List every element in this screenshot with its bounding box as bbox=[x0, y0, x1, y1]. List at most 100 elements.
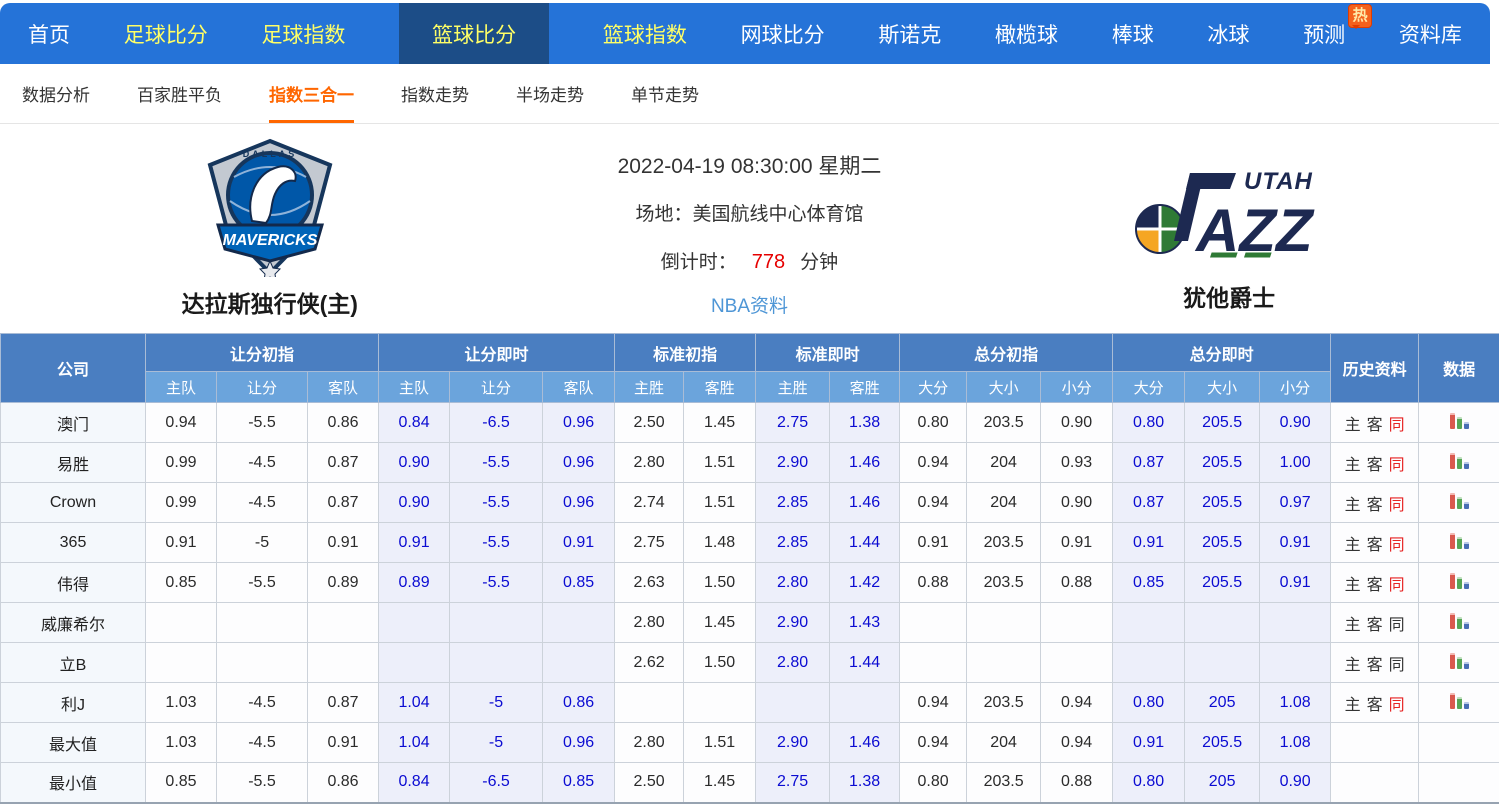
countdown-unit: 分钟 bbox=[800, 252, 838, 273]
history-link-主[interactable]: 主 bbox=[1345, 577, 1361, 594]
history-link-客[interactable]: 客 bbox=[1367, 497, 1383, 514]
nav-item-4[interactable]: 篮球比分 bbox=[399, 3, 549, 64]
odds-cell: 1.38 bbox=[830, 403, 900, 443]
odds-cell bbox=[967, 643, 1041, 683]
history-link-客[interactable]: 客 bbox=[1367, 577, 1383, 594]
subnav-item-label: 指数三合一 bbox=[269, 81, 354, 106]
history-cell bbox=[1331, 763, 1419, 803]
history-link-主[interactable]: 主 bbox=[1345, 457, 1361, 474]
history-link-同[interactable]: 同 bbox=[1389, 497, 1405, 514]
history-link-同[interactable]: 同 bbox=[1389, 537, 1405, 554]
odds-cell bbox=[1041, 603, 1113, 643]
odds-cell: 0.85 bbox=[1113, 563, 1185, 603]
subnav-item-2[interactable]: 百家胜平负 bbox=[137, 64, 222, 123]
odds-cell: 0.80 bbox=[1113, 403, 1185, 443]
sub-header: 客胜 bbox=[684, 372, 756, 403]
sub-header: 主队 bbox=[379, 372, 450, 403]
nav-item-label: 斯诺克 bbox=[878, 19, 941, 49]
bar-chart-icon[interactable] bbox=[1450, 692, 1469, 709]
bar-green bbox=[1457, 697, 1462, 709]
odds-cell: 2.75 bbox=[615, 523, 684, 563]
history-link-同[interactable]: 同 bbox=[1389, 657, 1405, 674]
sub-header: 客队 bbox=[543, 372, 615, 403]
bar-chart-icon[interactable] bbox=[1450, 612, 1469, 629]
history-link-主[interactable]: 主 bbox=[1345, 497, 1361, 514]
history-cell: 主客同 bbox=[1331, 563, 1419, 603]
sub-header: 让分 bbox=[450, 372, 543, 403]
history-link-同[interactable]: 同 bbox=[1389, 577, 1405, 594]
odds-cell bbox=[830, 683, 900, 723]
odds-cell: 0.91 bbox=[1113, 523, 1185, 563]
nav-item-6[interactable]: 网球比分 bbox=[741, 3, 825, 64]
match-info: MAVERICKS DALLAS 达拉斯独行侠(主) 2022-04-19 08… bbox=[0, 124, 1499, 333]
bar-red bbox=[1450, 613, 1455, 629]
odds-cell: 0.87 bbox=[308, 483, 379, 523]
bar-blue bbox=[1464, 542, 1469, 549]
history-link-客[interactable]: 客 bbox=[1367, 617, 1383, 634]
sub-header: 大小 bbox=[1185, 372, 1260, 403]
company-cell: 威廉希尔 bbox=[1, 603, 146, 643]
history-link-主[interactable]: 主 bbox=[1345, 537, 1361, 554]
data-header: 数据 bbox=[1419, 334, 1499, 403]
nav-item-2[interactable]: 足球比分 bbox=[124, 3, 208, 64]
nav-item-5[interactable]: 篮球指数 bbox=[603, 3, 687, 64]
nav-item-8[interactable]: 橄榄球 bbox=[995, 3, 1058, 64]
history-link-同[interactable]: 同 bbox=[1389, 697, 1405, 714]
odds-cell: 1.51 bbox=[684, 443, 756, 483]
bar-chart-icon[interactable] bbox=[1450, 652, 1469, 669]
nav-item-10[interactable]: 冰球 bbox=[1207, 3, 1249, 64]
history-link-同[interactable]: 同 bbox=[1389, 617, 1405, 634]
sub-header: 主胜 bbox=[756, 372, 830, 403]
nav-item-7[interactable]: 斯诺克 bbox=[878, 3, 941, 64]
subnav-item-4[interactable]: 指数走势 bbox=[401, 64, 469, 123]
subnav-item-label: 半场走势 bbox=[516, 81, 584, 106]
odds-cell: 2.75 bbox=[756, 403, 830, 443]
history-link-同[interactable]: 同 bbox=[1389, 417, 1405, 434]
odds-cell: 1.45 bbox=[684, 603, 756, 643]
bar-blue bbox=[1464, 462, 1469, 469]
nav-item-12[interactable]: 资料库 bbox=[1399, 3, 1462, 64]
bar-chart-icon[interactable] bbox=[1450, 412, 1469, 429]
bar-chart-icon[interactable] bbox=[1450, 572, 1469, 589]
odds-cell: 0.97 bbox=[1260, 483, 1331, 523]
odds-table: 公司让分初指让分即时标准初指标准即时总分初指总分即时历史资料数据主队让分客队主队… bbox=[0, 333, 1499, 804]
odds-cell: 1.04 bbox=[379, 683, 450, 723]
sub-header: 客队 bbox=[308, 372, 379, 403]
subnav-item-1[interactable]: 数据分析 bbox=[22, 64, 90, 123]
odds-cell: -5.5 bbox=[217, 563, 308, 603]
odds-cell: -4.5 bbox=[217, 723, 308, 763]
odds-cell bbox=[1260, 603, 1331, 643]
subnav-item-3[interactable]: 指数三合一 bbox=[269, 64, 354, 123]
bar-chart-icon[interactable] bbox=[1450, 532, 1469, 549]
nav-item-9[interactable]: 棒球 bbox=[1112, 3, 1154, 64]
subnav-item-6[interactable]: 单节走势 bbox=[631, 64, 699, 123]
nav-item-1[interactable]: 首页 bbox=[28, 3, 70, 64]
bar-chart-icon[interactable] bbox=[1450, 492, 1469, 509]
history-link-同[interactable]: 同 bbox=[1389, 457, 1405, 474]
sub-header: 大小 bbox=[967, 372, 1041, 403]
subnav-item-5[interactable]: 半场走势 bbox=[516, 64, 584, 123]
history-link-主[interactable]: 主 bbox=[1345, 417, 1361, 434]
history-link-客[interactable]: 客 bbox=[1367, 697, 1383, 714]
nav-item-label: 足球比分 bbox=[124, 19, 208, 49]
history-link-客[interactable]: 客 bbox=[1367, 537, 1383, 554]
company-header: 公司 bbox=[1, 334, 146, 403]
nav-item-label: 橄榄球 bbox=[995, 19, 1058, 49]
bar-chart-icon[interactable] bbox=[1450, 452, 1469, 469]
odds-cell: 0.86 bbox=[543, 683, 615, 723]
history-link-客[interactable]: 客 bbox=[1367, 457, 1383, 474]
history-link-主[interactable]: 主 bbox=[1345, 657, 1361, 674]
nav-item-11[interactable]: 预测热 bbox=[1303, 3, 1345, 64]
history-link-主[interactable]: 主 bbox=[1345, 697, 1361, 714]
history-link-客[interactable]: 客 bbox=[1367, 657, 1383, 674]
bar-blue bbox=[1464, 582, 1469, 589]
nba-data-link[interactable]: NBA资料 bbox=[711, 291, 788, 318]
nav-item-3[interactable]: 足球指数 bbox=[261, 3, 345, 64]
odds-cell: 0.94 bbox=[1041, 723, 1113, 763]
odds-cell bbox=[967, 603, 1041, 643]
history-link-客[interactable]: 客 bbox=[1367, 417, 1383, 434]
odds-cell: 2.74 bbox=[615, 483, 684, 523]
table-row: Crown0.99-4.50.870.90-5.50.962.741.512.8… bbox=[1, 483, 1499, 523]
odds-cell bbox=[146, 643, 217, 683]
history-link-主[interactable]: 主 bbox=[1345, 617, 1361, 634]
